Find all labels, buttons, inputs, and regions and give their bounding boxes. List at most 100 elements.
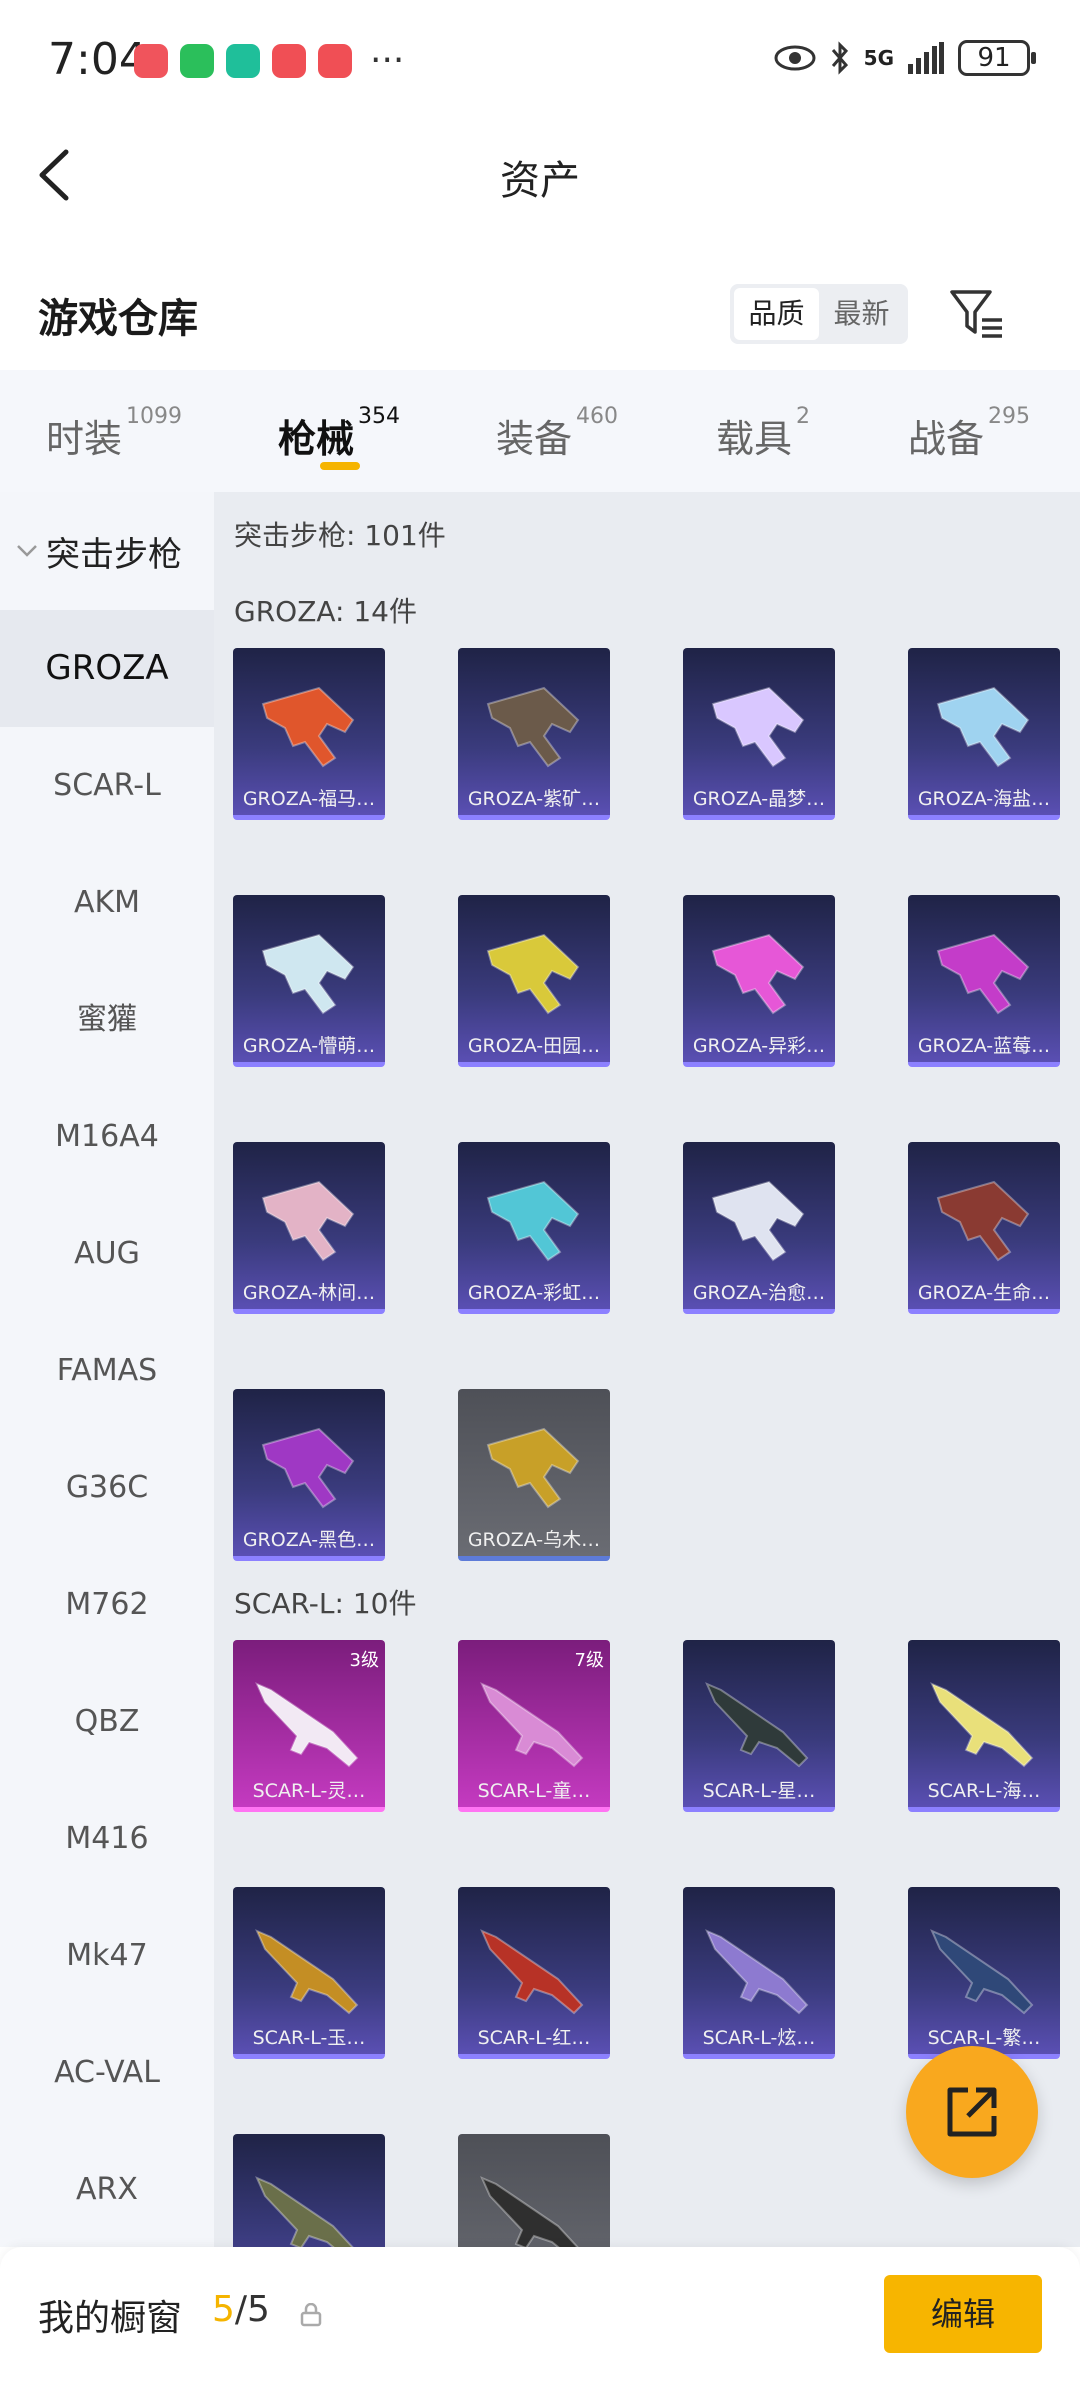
tab-count: 1099 bbox=[126, 404, 183, 429]
sidebar-item-g36c[interactable]: G36C bbox=[0, 1429, 214, 1546]
weapon-card[interactable]: GROZA-紫矿… bbox=[458, 648, 610, 820]
weapon-card[interactable]: GROZA-蓝莓… bbox=[908, 895, 1060, 1067]
showcase-count-total: /5 bbox=[234, 2289, 270, 2330]
showcase-bar: 我的橱窗 5/5 编辑 bbox=[0, 2247, 1080, 2381]
calendar-app-icon bbox=[272, 44, 306, 78]
sort-quality-button[interactable]: 品质 bbox=[734, 288, 819, 340]
weapon-card[interactable]: GROZA-海盐… bbox=[908, 648, 1060, 820]
tab-equipment[interactable]: 装备460 bbox=[496, 404, 618, 463]
weapon-sidebar: 突击步枪 GROZA SCAR-L AKM 蜜獾 M16A4 AUG FAMAS… bbox=[0, 492, 214, 2247]
weapon-skin-image bbox=[936, 1180, 1030, 1262]
weapon-card[interactable]: GROZA-乌木… bbox=[458, 1389, 610, 1561]
weapon-card[interactable]: GROZA-彩虹… bbox=[458, 1142, 610, 1314]
weapon-card[interactable]: GROZA-田园… bbox=[458, 895, 610, 1067]
weapon-skin-image bbox=[255, 2176, 354, 2247]
weapon-card-name: GROZA-生命… bbox=[917, 1282, 1051, 1304]
weapon-card[interactable]: GROZA-福马… bbox=[233, 648, 385, 820]
sidebar-item-m416[interactable]: M416 bbox=[0, 1780, 214, 1897]
sidebar-item-m16a4[interactable]: M16A4 bbox=[0, 1078, 214, 1195]
bluetooth-icon bbox=[831, 41, 848, 75]
notification-icons: ··· bbox=[134, 43, 404, 79]
tab-count: 460 bbox=[576, 404, 619, 429]
sidebar-item-mk47[interactable]: Mk47 bbox=[0, 1897, 214, 2014]
weapon-card[interactable]: SCAR-L-炫… bbox=[683, 1887, 835, 2059]
weapon-skin-image bbox=[261, 686, 355, 768]
weapon-skin-image bbox=[705, 1929, 809, 2015]
tab-label: 时装 bbox=[46, 417, 123, 461]
weapon-card[interactable]: GROZA-黑色… bbox=[233, 1389, 385, 1561]
filter-icon[interactable] bbox=[948, 286, 1006, 342]
weapon-card[interactable]: SCAR-L-玉… bbox=[233, 1887, 385, 2059]
sidebar-item-m762[interactable]: M762 bbox=[0, 1546, 214, 1663]
weapon-skin-image bbox=[936, 933, 1030, 1015]
weapon-skin-image bbox=[480, 2176, 579, 2247]
sidebar-item-qbz[interactable]: QBZ bbox=[0, 1663, 214, 1780]
weapon-card[interactable]: SCAR-L-红… bbox=[458, 1887, 610, 2059]
weapon-card-name: GROZA-黑色… bbox=[242, 1529, 376, 1551]
weapon-card-name: SCAR-L-星… bbox=[702, 1780, 816, 1802]
weapon-card-name: SCAR-L-红… bbox=[477, 2027, 591, 2049]
weapon-skin-image bbox=[261, 1427, 355, 1509]
weapon-card[interactable]: 7级 SCAR-L-童… bbox=[458, 1640, 610, 1812]
weapon-card-name: GROZA-异彩… bbox=[692, 1035, 826, 1057]
weapon-skin-image bbox=[480, 1682, 584, 1768]
weapon-skin-image bbox=[486, 933, 580, 1015]
weapon-card-name: GROZA-紫矿… bbox=[467, 788, 601, 810]
showcase-count-current: 5 bbox=[212, 2289, 235, 2330]
weapon-card-name: SCAR-L-玉… bbox=[252, 2027, 366, 2049]
sidebar-item-arx[interactable]: ARX bbox=[0, 2131, 214, 2247]
weapon-card[interactable]: SCAR-L-星… bbox=[683, 1640, 835, 1812]
tab-supplies[interactable]: 战备295 bbox=[908, 404, 1030, 463]
weapon-card-name: GROZA-乌木… bbox=[467, 1529, 601, 1551]
weapon-skin-image bbox=[486, 1180, 580, 1262]
weapon-card-name: SCAR-L-灵… bbox=[252, 1780, 366, 1802]
lock-icon bbox=[300, 2303, 322, 2327]
weapon-skin-image bbox=[255, 1929, 359, 2015]
weapon-skin-image bbox=[711, 933, 805, 1015]
weapon-card[interactable]: GROZA-异彩… bbox=[683, 895, 835, 1067]
sidebar-item-famas[interactable]: FAMAS bbox=[0, 1312, 214, 1429]
weapon-card[interactable]: GROZA-晶梦… bbox=[683, 648, 835, 820]
sidebar-item-aug[interactable]: AUG bbox=[0, 1195, 214, 1312]
weapon-card[interactable]: GROZA-生命… bbox=[908, 1142, 1060, 1314]
weapon-card[interactable]: SCAR-L-繁… bbox=[908, 1887, 1060, 2059]
weapon-card[interactable]: GROZA-治愈… bbox=[683, 1142, 835, 1314]
weapon-card[interactable]: GROZA-懵萌… bbox=[233, 895, 385, 1067]
sort-newest-button[interactable]: 最新 bbox=[819, 288, 904, 340]
weapon-card-name: GROZA-晶梦… bbox=[692, 788, 826, 810]
sidebar-item-ac-val[interactable]: AC-VAL bbox=[0, 2014, 214, 2131]
sidebar-item-scar-l[interactable]: SCAR-L bbox=[0, 727, 214, 844]
eye-icon bbox=[774, 45, 816, 71]
weapon-card-name: GROZA-彩虹… bbox=[467, 1282, 601, 1304]
weapon-card[interactable]: SCAR-L-海… bbox=[908, 1640, 1060, 1812]
showcase-count: 5/5 bbox=[212, 2289, 270, 2330]
tab-fashion[interactable]: 时装1099 bbox=[46, 404, 182, 463]
sidebar-item-groza[interactable]: GROZA bbox=[0, 610, 214, 727]
status-bar: 7:04 ··· 5G 91 bbox=[0, 0, 1080, 120]
weapon-skin-image bbox=[261, 1180, 355, 1262]
section-label-groza: GROZA: 14件 bbox=[234, 595, 417, 628]
tab-label: 载具 bbox=[716, 417, 793, 461]
weapon-skin-image bbox=[255, 1682, 359, 1768]
tab-vehicles[interactable]: 载具2 bbox=[716, 404, 810, 463]
weapon-card[interactable]: GROZA-林间… bbox=[233, 1142, 385, 1314]
weapon-card-name: SCAR-L-繁… bbox=[927, 2027, 1041, 2049]
sidebar-category-assault-rifles[interactable]: 突击步枪 bbox=[0, 492, 214, 610]
sidebar-category-label: 突击步枪 bbox=[46, 534, 182, 575]
page-title: 资产 bbox=[500, 158, 580, 204]
tab-firearms[interactable]: 枪械354 bbox=[278, 404, 400, 463]
share-fab-button[interactable] bbox=[906, 2046, 1038, 2178]
weapon-card[interactable] bbox=[233, 2134, 385, 2247]
weapon-card[interactable]: 3级 SCAR-L-灵… bbox=[233, 1640, 385, 1812]
weapon-card-name: GROZA-治愈… bbox=[692, 1282, 826, 1304]
weapon-grid: 突击步枪: 101件 GROZA: 14件 SCAR-L: 10件 GROZA-… bbox=[214, 492, 1080, 2247]
app-header: 资产 bbox=[0, 120, 1080, 230]
sidebar-item-honey-badger[interactable]: 蜜獾 bbox=[0, 961, 214, 1078]
weapon-skin-image bbox=[480, 1929, 584, 2015]
sidebar-item-akm[interactable]: AKM bbox=[0, 844, 214, 961]
skin-level-badge: 7级 bbox=[574, 1650, 604, 1671]
weapon-card[interactable] bbox=[458, 2134, 610, 2247]
weapon-skin-image bbox=[930, 1929, 1034, 2015]
weapon-card-name: GROZA-懵萌… bbox=[242, 1035, 376, 1057]
edit-button[interactable]: 编辑 bbox=[884, 2275, 1042, 2353]
